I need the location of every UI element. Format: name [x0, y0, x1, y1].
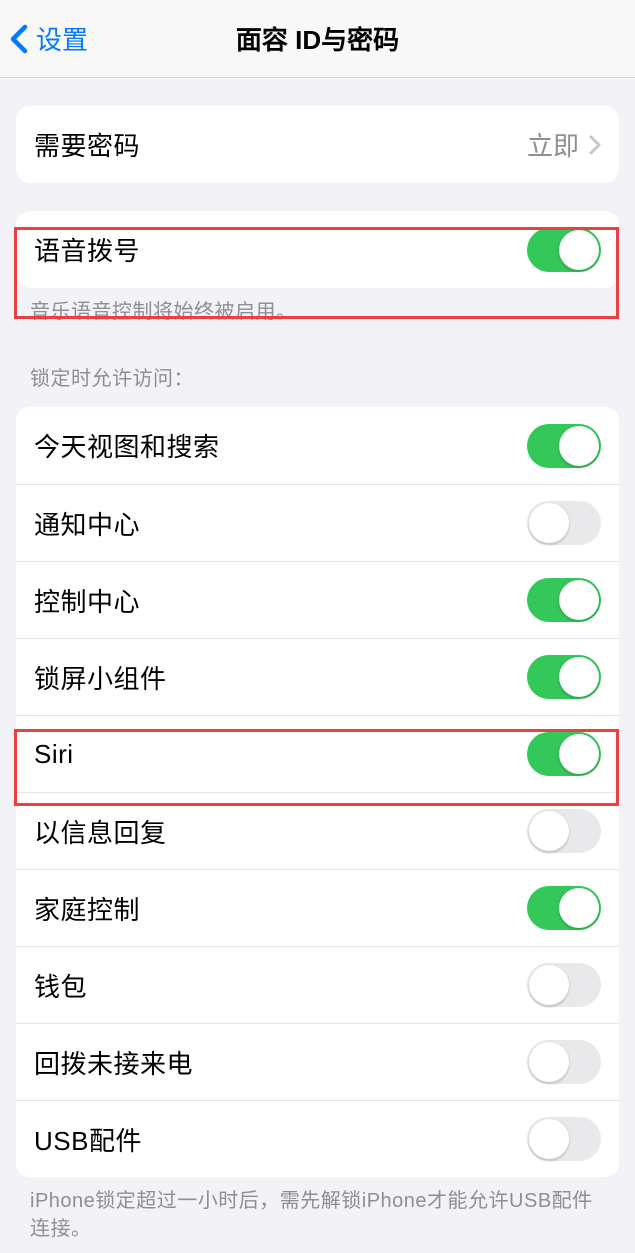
chevron-left-icon	[10, 24, 28, 54]
lock-access-item-label: 今天视图和搜索	[34, 427, 220, 464]
lock-access-toggle[interactable]	[527, 424, 601, 468]
passcode-group: 需要密码 立即	[16, 106, 619, 183]
lock-access-toggle[interactable]	[527, 1117, 601, 1161]
back-button[interactable]: 设置	[0, 20, 88, 57]
lock-access-toggle[interactable]	[527, 655, 601, 699]
lock-access-row: Siri	[16, 715, 619, 792]
lock-access-item-label: 通知中心	[34, 505, 140, 542]
toggle-knob	[529, 1042, 569, 1082]
row-right: 立即	[527, 126, 601, 163]
header-bar: 设置 面容 ID与密码	[0, 0, 635, 78]
require-passcode-row[interactable]: 需要密码 立即	[16, 106, 619, 183]
lock-access-toggle[interactable]	[527, 501, 601, 545]
voice-dial-group: 语音拨号	[16, 211, 619, 288]
toggle-knob	[559, 580, 599, 620]
lock-access-row: 锁屏小组件	[16, 638, 619, 715]
lock-access-row: 控制中心	[16, 561, 619, 638]
back-label: 设置	[36, 20, 88, 57]
lock-access-row: 今天视图和搜索	[16, 407, 619, 484]
lock-access-item-label: USB配件	[34, 1121, 142, 1158]
voice-dial-toggle[interactable]	[527, 228, 601, 272]
toggle-knob	[559, 230, 599, 270]
toggle-knob	[559, 657, 599, 697]
lock-access-row: USB配件	[16, 1100, 619, 1177]
lock-access-row: 家庭控制	[16, 869, 619, 946]
page-title: 面容 ID与密码	[236, 20, 399, 57]
lock-access-toggle[interactable]	[527, 1040, 601, 1084]
lock-access-item-label: 回拨未接来电	[34, 1044, 193, 1081]
lock-access-footer: iPhone锁定超过一小时后，需先解锁iPhone才能允许USB配件连接。	[0, 1177, 635, 1243]
lock-access-item-label: 控制中心	[34, 582, 140, 619]
voice-dial-row: 语音拨号	[16, 211, 619, 288]
content: 需要密码 立即 语音拨号 音乐语音控制将始终被启用。 锁定时允许访问： 今天视图…	[0, 106, 635, 1243]
toggle-knob	[559, 888, 599, 928]
toggle-knob	[529, 811, 569, 851]
lock-access-row: 以信息回复	[16, 792, 619, 869]
toggle-knob	[529, 1119, 569, 1159]
voice-dial-label: 语音拨号	[34, 231, 140, 268]
lock-access-toggle[interactable]	[527, 809, 601, 853]
lock-access-header: 锁定时允许访问：	[0, 326, 635, 399]
lock-access-group: 今天视图和搜索通知中心控制中心锁屏小组件 Siri 以信息回复家庭控制钱包回拨未接来…	[16, 407, 619, 1177]
lock-access-toggle[interactable]	[527, 886, 601, 930]
lock-access-row: 钱包	[16, 946, 619, 1023]
toggle-knob	[559, 426, 599, 466]
lock-access-item-label: Siri	[34, 739, 74, 770]
toggle-knob	[559, 734, 599, 774]
toggle-knob	[529, 503, 569, 543]
lock-access-toggle[interactable]	[527, 963, 601, 1007]
toggle-knob	[529, 965, 569, 1005]
lock-access-item-label: 钱包	[34, 967, 87, 1004]
lock-access-item-label: 锁屏小组件	[34, 659, 167, 696]
require-passcode-label: 需要密码	[34, 126, 140, 163]
lock-access-toggle[interactable]	[527, 578, 601, 622]
chevron-right-icon	[589, 135, 601, 155]
require-passcode-value: 立即	[527, 126, 579, 163]
lock-access-row: 回拨未接来电	[16, 1023, 619, 1100]
lock-access-row: 通知中心	[16, 484, 619, 561]
lock-access-item-label: 以信息回复	[34, 813, 167, 850]
lock-access-item-label: 家庭控制	[34, 890, 140, 927]
voice-dial-footer: 音乐语音控制将始终被启用。	[0, 288, 635, 326]
lock-access-toggle[interactable]	[527, 732, 601, 776]
